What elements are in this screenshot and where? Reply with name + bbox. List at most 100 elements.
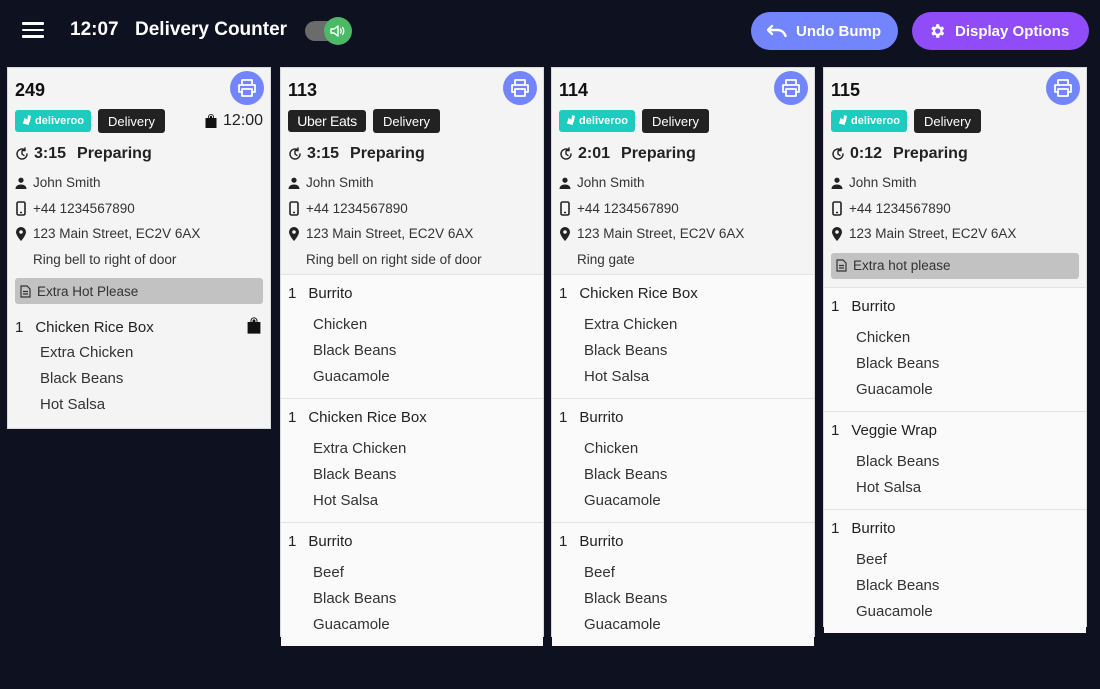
item-modifier: Black Beans <box>313 466 397 483</box>
timer-icon <box>289 147 301 160</box>
hamburger-icon <box>22 22 44 25</box>
item-modifier: Guacamole <box>313 368 390 385</box>
uber-eats-badge: Uber Eats <box>288 110 366 132</box>
person-icon <box>559 177 571 189</box>
order-item: 1 Burrito Beef Black Beans Guacamole <box>824 508 1086 633</box>
item-qty: 1 <box>831 421 840 439</box>
location-pin-icon <box>560 226 570 241</box>
order-item: 1 Chicken Rice Box Extra Chicken Black Be… <box>8 308 270 426</box>
item-modifier: Guacamole <box>856 380 933 398</box>
order-item: 1 Burrito Beef Black Beans Guacamole <box>552 522 814 646</box>
note-icon <box>20 284 31 298</box>
location-pin-icon <box>832 226 842 241</box>
item-modifier: Black Beans <box>313 342 397 359</box>
item-qty: 1 <box>831 297 840 315</box>
item-modifier: Hot Salsa <box>40 396 106 413</box>
deliveroo-badge: deliveroo <box>831 110 907 132</box>
order-type-badge: Delivery <box>914 109 981 133</box>
printer-icon <box>782 79 800 97</box>
print-button[interactable] <box>1046 71 1080 105</box>
item-modifier: Black Beans <box>40 370 124 387</box>
pickup-time: 12:00 <box>205 112 263 130</box>
menu-button[interactable] <box>22 22 44 40</box>
order-item: 1 Burrito Chicken Black Beans Guacamole <box>552 398 814 522</box>
display-options-button[interactable]: Display Options <box>912 12 1089 50</box>
phone-icon <box>289 200 299 216</box>
order-badges: deliveroo Delivery <box>831 109 1079 133</box>
customer-name: John Smith <box>288 170 536 196</box>
item-modifier: Black Beans <box>584 466 668 483</box>
item-modifier: Beef <box>584 564 615 581</box>
order-item: 1 Burrito Chicken Black Beans Guacamole <box>281 274 543 398</box>
order-card[interactable]: 249 deliveroo Delivery 12:00 3:15 Prepar… <box>7 67 271 429</box>
order-number: 115 <box>831 80 861 100</box>
status-label: Preparing <box>350 145 425 162</box>
item-modifier: Chicken <box>313 316 368 333</box>
item-name: Burrito <box>308 285 353 302</box>
customer-name: John Smith <box>831 170 1079 196</box>
order-card-header: 249 deliveroo Delivery 12:00 3:15 Prepar… <box>8 68 270 304</box>
location-pin-icon <box>16 226 26 241</box>
speaker-icon <box>330 25 345 37</box>
page-title: Delivery Counter <box>135 19 288 40</box>
item-modifier: Black Beans <box>856 354 940 372</box>
item-qty: 1 <box>15 319 24 336</box>
deliveroo-badge: deliveroo <box>559 110 635 132</box>
print-button[interactable] <box>774 71 808 105</box>
item-name: Burrito <box>579 409 624 426</box>
order-item: 1 Veggie Wrap Black Beans Hot Salsa <box>824 410 1086 509</box>
order-number: 114 <box>559 80 589 100</box>
print-button[interactable] <box>503 71 537 105</box>
undo-bump-button[interactable]: Undo Bump <box>751 12 898 50</box>
phone-icon <box>560 200 570 216</box>
person-icon <box>15 177 27 189</box>
order-note: Extra Hot Please <box>15 278 263 304</box>
bag-icon <box>247 317 261 334</box>
display-options-label: Display Options <box>955 22 1070 40</box>
item-qty: 1 <box>559 533 568 550</box>
customer-address: 123 Main Street, EC2V 6AX <box>831 221 1079 247</box>
order-badges: Uber Eats Delivery <box>288 109 536 133</box>
item-modifier: Black Beans <box>584 342 668 359</box>
order-card-header: 113 Uber Eats Delivery 3:15 Preparing Jo… <box>281 68 543 274</box>
note-icon <box>836 259 847 272</box>
bag-icon <box>205 114 217 128</box>
order-card[interactable]: 113 Uber Eats Delivery 3:15 Preparing Jo… <box>280 67 544 646</box>
order-item: 1 Chicken Rice Box Extra Chicken Black Be… <box>281 398 543 522</box>
undo-bump-label: Undo Bump <box>796 22 881 40</box>
order-note: Extra hot please <box>831 252 1079 279</box>
item-modifier: Chicken <box>856 328 911 346</box>
customer-phone: +44 1234567890 <box>288 196 536 222</box>
order-card[interactable]: 115 deliveroo Delivery 0:12 Preparing Jo… <box>823 67 1087 633</box>
item-name: Burrito <box>308 533 353 550</box>
item-modifier: Black Beans <box>313 590 397 607</box>
order-badges: deliveroo Delivery 12:00 <box>15 109 263 133</box>
item-modifier: Guacamole <box>584 492 661 509</box>
phone-icon <box>16 200 26 216</box>
item-name: Burrito <box>851 297 896 315</box>
order-timer: 3:15 <box>307 145 340 162</box>
deliveroo-logo-icon <box>839 115 848 125</box>
item-modifier: Beef <box>856 550 887 568</box>
print-button[interactable] <box>230 71 264 105</box>
printer-icon <box>1054 79 1072 97</box>
item-qty: 1 <box>559 285 568 302</box>
delivery-note: Ring bell to right of door <box>33 251 177 267</box>
item-qty: 1 <box>831 519 840 537</box>
item-modifier: Chicken <box>584 440 639 457</box>
customer-name: John Smith <box>559 170 807 196</box>
top-bar: 12:07 Delivery Counter Undo Bump Display… <box>0 0 1100 62</box>
order-type-badge: Delivery <box>98 109 165 133</box>
item-qty: 1 <box>288 285 297 302</box>
clock: 12:07 <box>70 19 119 40</box>
deliveroo-badge: deliveroo <box>15 110 91 132</box>
order-card[interactable]: 114 deliveroo Delivery 2:01 Preparing Jo… <box>551 67 815 646</box>
item-modifier: Extra Chicken <box>584 316 678 333</box>
status-label: Preparing <box>621 145 696 162</box>
item-modifier: Hot Salsa <box>856 478 922 496</box>
sound-toggle[interactable] <box>305 17 352 45</box>
item-modifier: Guacamole <box>584 616 661 633</box>
timer-icon <box>560 147 572 160</box>
order-status: 3:15 Preparing <box>15 142 263 166</box>
order-badges: deliveroo Delivery <box>559 109 807 133</box>
